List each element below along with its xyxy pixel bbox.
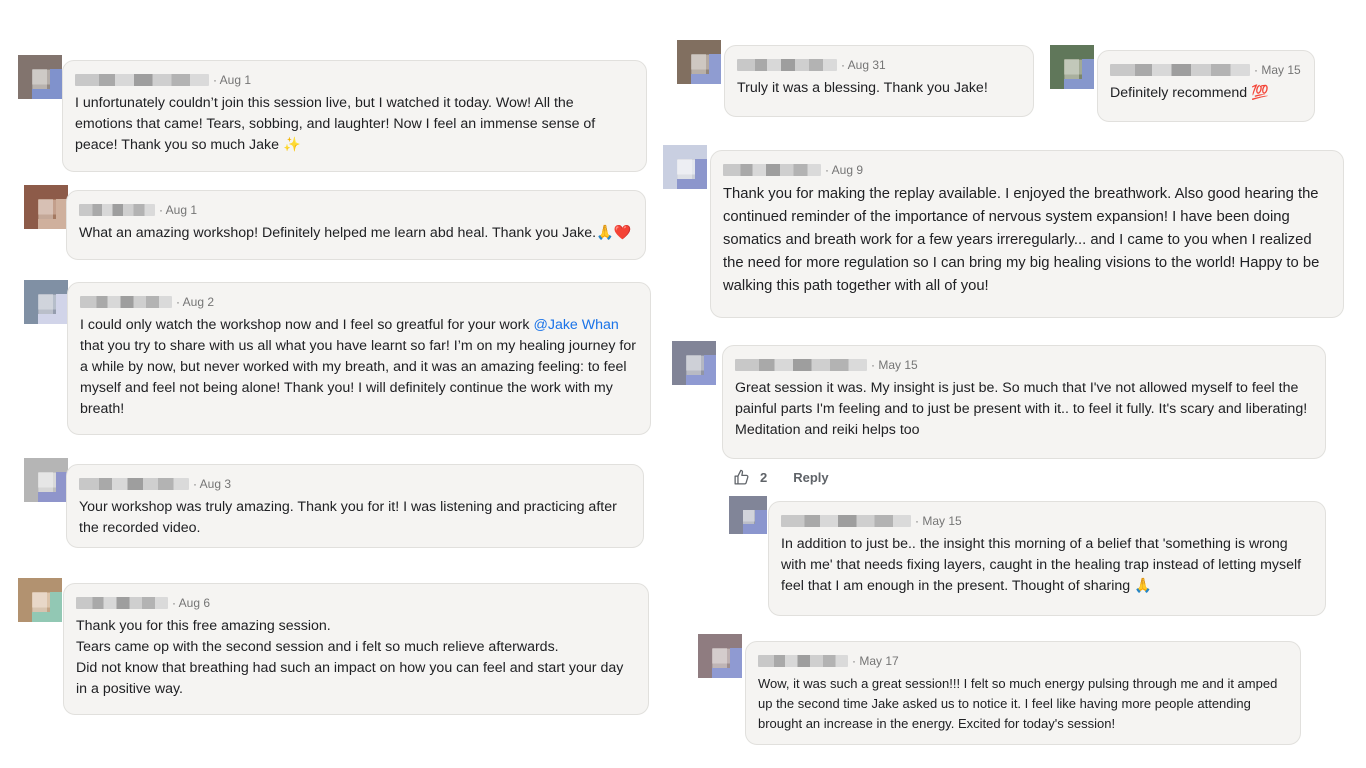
comment-meta: · May 15 [1110,61,1302,79]
thumbs-up-icon[interactable] [733,469,750,486]
comment-date: · May 15 [915,514,962,528]
comment-card: · May 15 In addition to just be.. the in… [768,501,1326,616]
mention-link[interactable]: @Jake Whan [533,317,618,333]
comment-text: Truly it was a blessing. Thank you Jake! [737,80,988,96]
comment-meta: · Aug 3 [79,475,631,493]
comment-meta: · Aug 31 [737,56,1021,74]
comment-date: · May 17 [852,654,899,668]
comment-date: · Aug 3 [193,477,232,491]
comment-meta: · May 15 [781,512,1313,530]
avatar [24,185,68,229]
comment-date: · Aug 1 [159,203,198,217]
comment-date: · Aug 31 [841,58,886,72]
comment-date: · May 15 [871,358,918,372]
comment-card: · Aug 2 I could only watch the workshop … [67,282,651,435]
comment-meta: · Aug 1 [75,71,634,89]
comment-meta: · Aug 2 [80,293,638,311]
comment-text-line: Tears came op with the second session an… [76,639,559,655]
comment-text-line: Thank you for this free amazing session. [76,618,331,634]
comment-text: Your workshop was truly amazing. Thank y… [79,499,617,536]
author-name-redacted [76,597,168,609]
author-name-redacted [735,359,867,371]
comment-text: Thank you for making the replay availabl… [723,186,1320,294]
avatar [1050,45,1094,89]
author-name-redacted [1110,64,1250,76]
avatar [677,40,721,84]
comment-meta: · May 17 [758,652,1288,670]
avatar [729,496,767,534]
comment-date: · Aug 6 [172,596,211,610]
author-name-redacted [75,74,209,86]
comment-meta: · Aug 1 [79,201,633,219]
author-name-redacted [79,204,155,216]
comment-card: · Aug 1 What an amazing workshop! Defini… [66,190,646,260]
comment-text: What an amazing workshop! Definitely hel… [79,225,632,241]
avatar [18,578,62,622]
avatar [663,145,707,189]
avatar [24,280,68,324]
comment-actions: 2 Reply [733,469,829,486]
author-name-redacted [781,515,911,527]
author-name-redacted [737,59,837,71]
avatar [18,55,62,99]
avatar [672,341,716,385]
comment-meta: · May 15 [735,356,1313,374]
comment-date: · Aug 2 [176,295,215,309]
comment-text-part: I could only watch the workshop now and … [80,317,534,333]
comment-meta: · Aug 9 [723,161,1331,179]
comment-card: · May 17 Wow, it was such a great sessio… [745,641,1301,745]
comment-text: Wow, it was such a great session!!! I fe… [758,676,1278,731]
like-count: 2 [760,470,768,485]
comment-meta: · Aug 6 [76,594,636,612]
comment-text-part: that you try to share with us all what y… [80,338,636,417]
comment-text-line: Did not know that breathing had such an … [76,660,624,697]
comment-text: I unfortunately couldn’t join this sessi… [75,95,596,153]
comment-date: · May 15 [1254,63,1301,77]
comment-text: In addition to just be.. the insight thi… [781,536,1302,594]
comment-card: · Aug 6 Thank you for this free amazing … [63,583,649,715]
comment-text: Definitely recommend 💯 [1110,85,1269,101]
author-name-redacted [80,296,172,308]
comment-card: · Aug 31 Truly it was a blessing. Thank … [724,45,1034,117]
comment-text: I could only watch the workshop now and … [80,315,638,420]
reply-button[interactable]: Reply [793,470,828,485]
comment-text: Great session it was. My insight is just… [735,380,1308,438]
avatar [698,634,742,678]
comment-card: · Aug 1 I unfortunately couldn’t join th… [62,60,647,172]
comment-card: · May 15 Definitely recommend 💯 [1097,50,1315,122]
author-name-redacted [758,655,848,667]
comment-date: · Aug 1 [213,73,252,87]
comment-card: · Aug 9 Thank you for making the replay … [710,150,1344,318]
author-name-redacted [79,478,189,490]
author-name-redacted [723,164,821,176]
comment-card: · Aug 3 Your workshop was truly amazing.… [66,464,644,548]
avatar [24,458,68,502]
comment-card: · May 15 Great session it was. My insigh… [722,345,1326,459]
comment-date: · Aug 9 [825,163,864,177]
